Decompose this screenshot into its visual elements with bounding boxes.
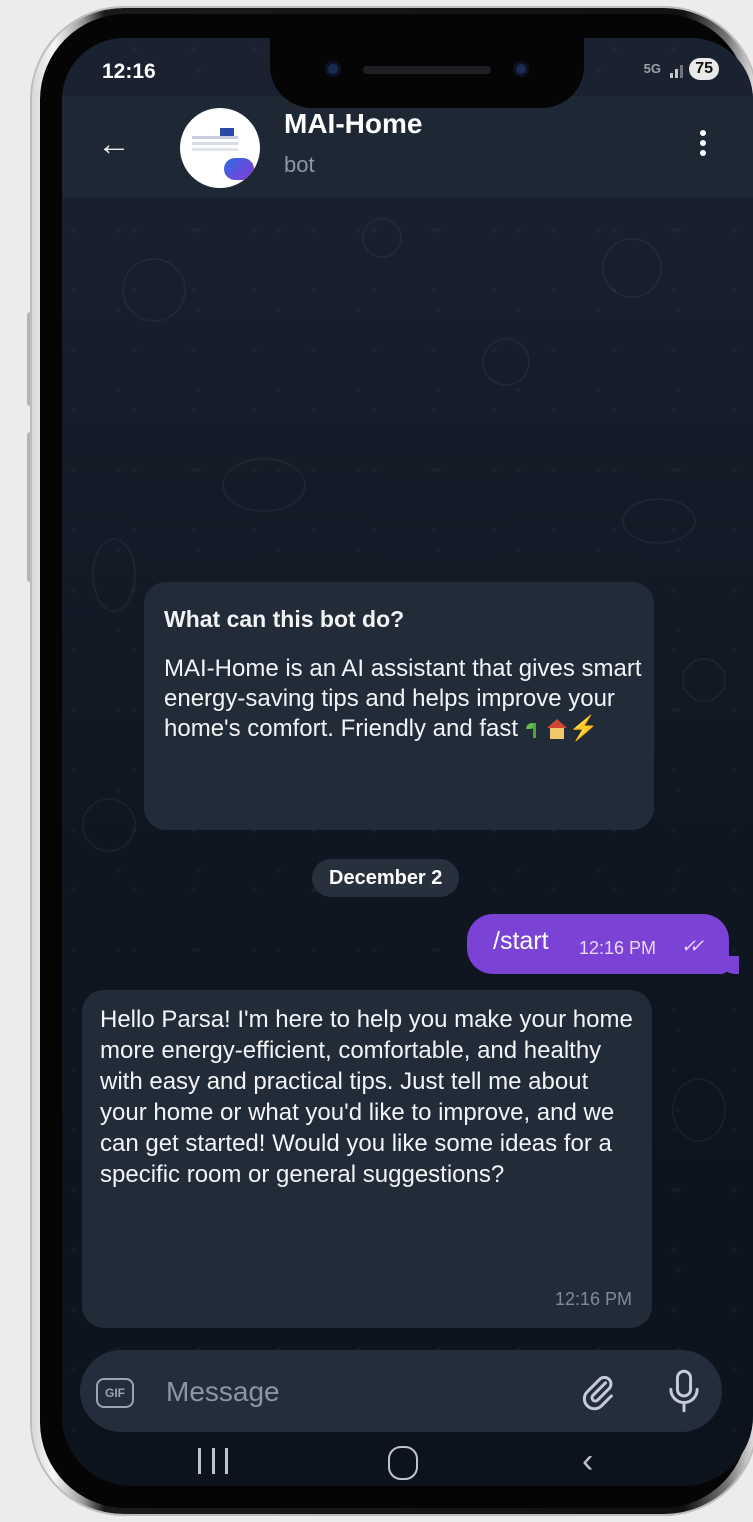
bot-avatar[interactable] [180, 108, 260, 188]
message-input[interactable] [164, 1366, 528, 1418]
house-icon [546, 719, 567, 739]
chat-subtitle: bot [284, 152, 315, 177]
paperclip-icon[interactable] [578, 1372, 618, 1412]
recent-apps-icon[interactable] [198, 1448, 228, 1474]
signal-icon [670, 62, 683, 78]
bot-info-question: What can this bot do? [164, 606, 405, 632]
home-icon[interactable] [388, 1446, 418, 1480]
back-chevron-icon[interactable]: ‹ [582, 1444, 593, 1478]
message-text: Hello Parsa! I'm here to help you make y… [100, 1006, 633, 1188]
battery-level: 75 [689, 58, 719, 80]
outgoing-message[interactable]: /start 12:16 PM ✓✓ [467, 914, 729, 974]
chat-header: ← MAI-Home bot [62, 96, 753, 198]
message-time: 12:16 PM [579, 938, 657, 958]
more-vertical-icon[interactable] [693, 126, 713, 170]
back-arrow-icon[interactable]: ← [94, 124, 134, 164]
message-time: 12:16 PM [554, 1289, 632, 1309]
bot-info-card: What can this bot do? MAI-Home is an AI … [144, 582, 654, 830]
microphone-icon[interactable] [664, 1368, 704, 1414]
date-separator: December 2 [312, 859, 460, 897]
bot-info-description: MAI-Home is an AI assistant that gives s… [164, 655, 642, 742]
system-nav-bar: ‹ [62, 1440, 753, 1486]
double-check-icon: ✓✓ [681, 936, 704, 956]
incoming-message[interactable]: Hello Parsa! I'm here to help you make y… [82, 990, 652, 1328]
camera-notch [270, 38, 584, 108]
seedling-icon [525, 720, 543, 738]
status-time: 12:16 [102, 60, 156, 83]
gif-icon[interactable]: GIF [96, 1378, 134, 1408]
phone-screen: 12:16 5G 75 ← MAI-Home bot What can this… [62, 38, 753, 1486]
earpiece-speaker [363, 66, 491, 74]
status-bar: 12:16 5G 75 [62, 38, 753, 108]
network-type: 5G [643, 61, 661, 76]
message-text: /start [493, 927, 549, 955]
front-camera [328, 64, 338, 74]
front-sensor [516, 64, 526, 74]
lightning-icon: ⚡ [568, 715, 599, 742]
message-composer: GIF [80, 1350, 722, 1432]
chat-title[interactable]: MAI-Home [284, 108, 422, 140]
